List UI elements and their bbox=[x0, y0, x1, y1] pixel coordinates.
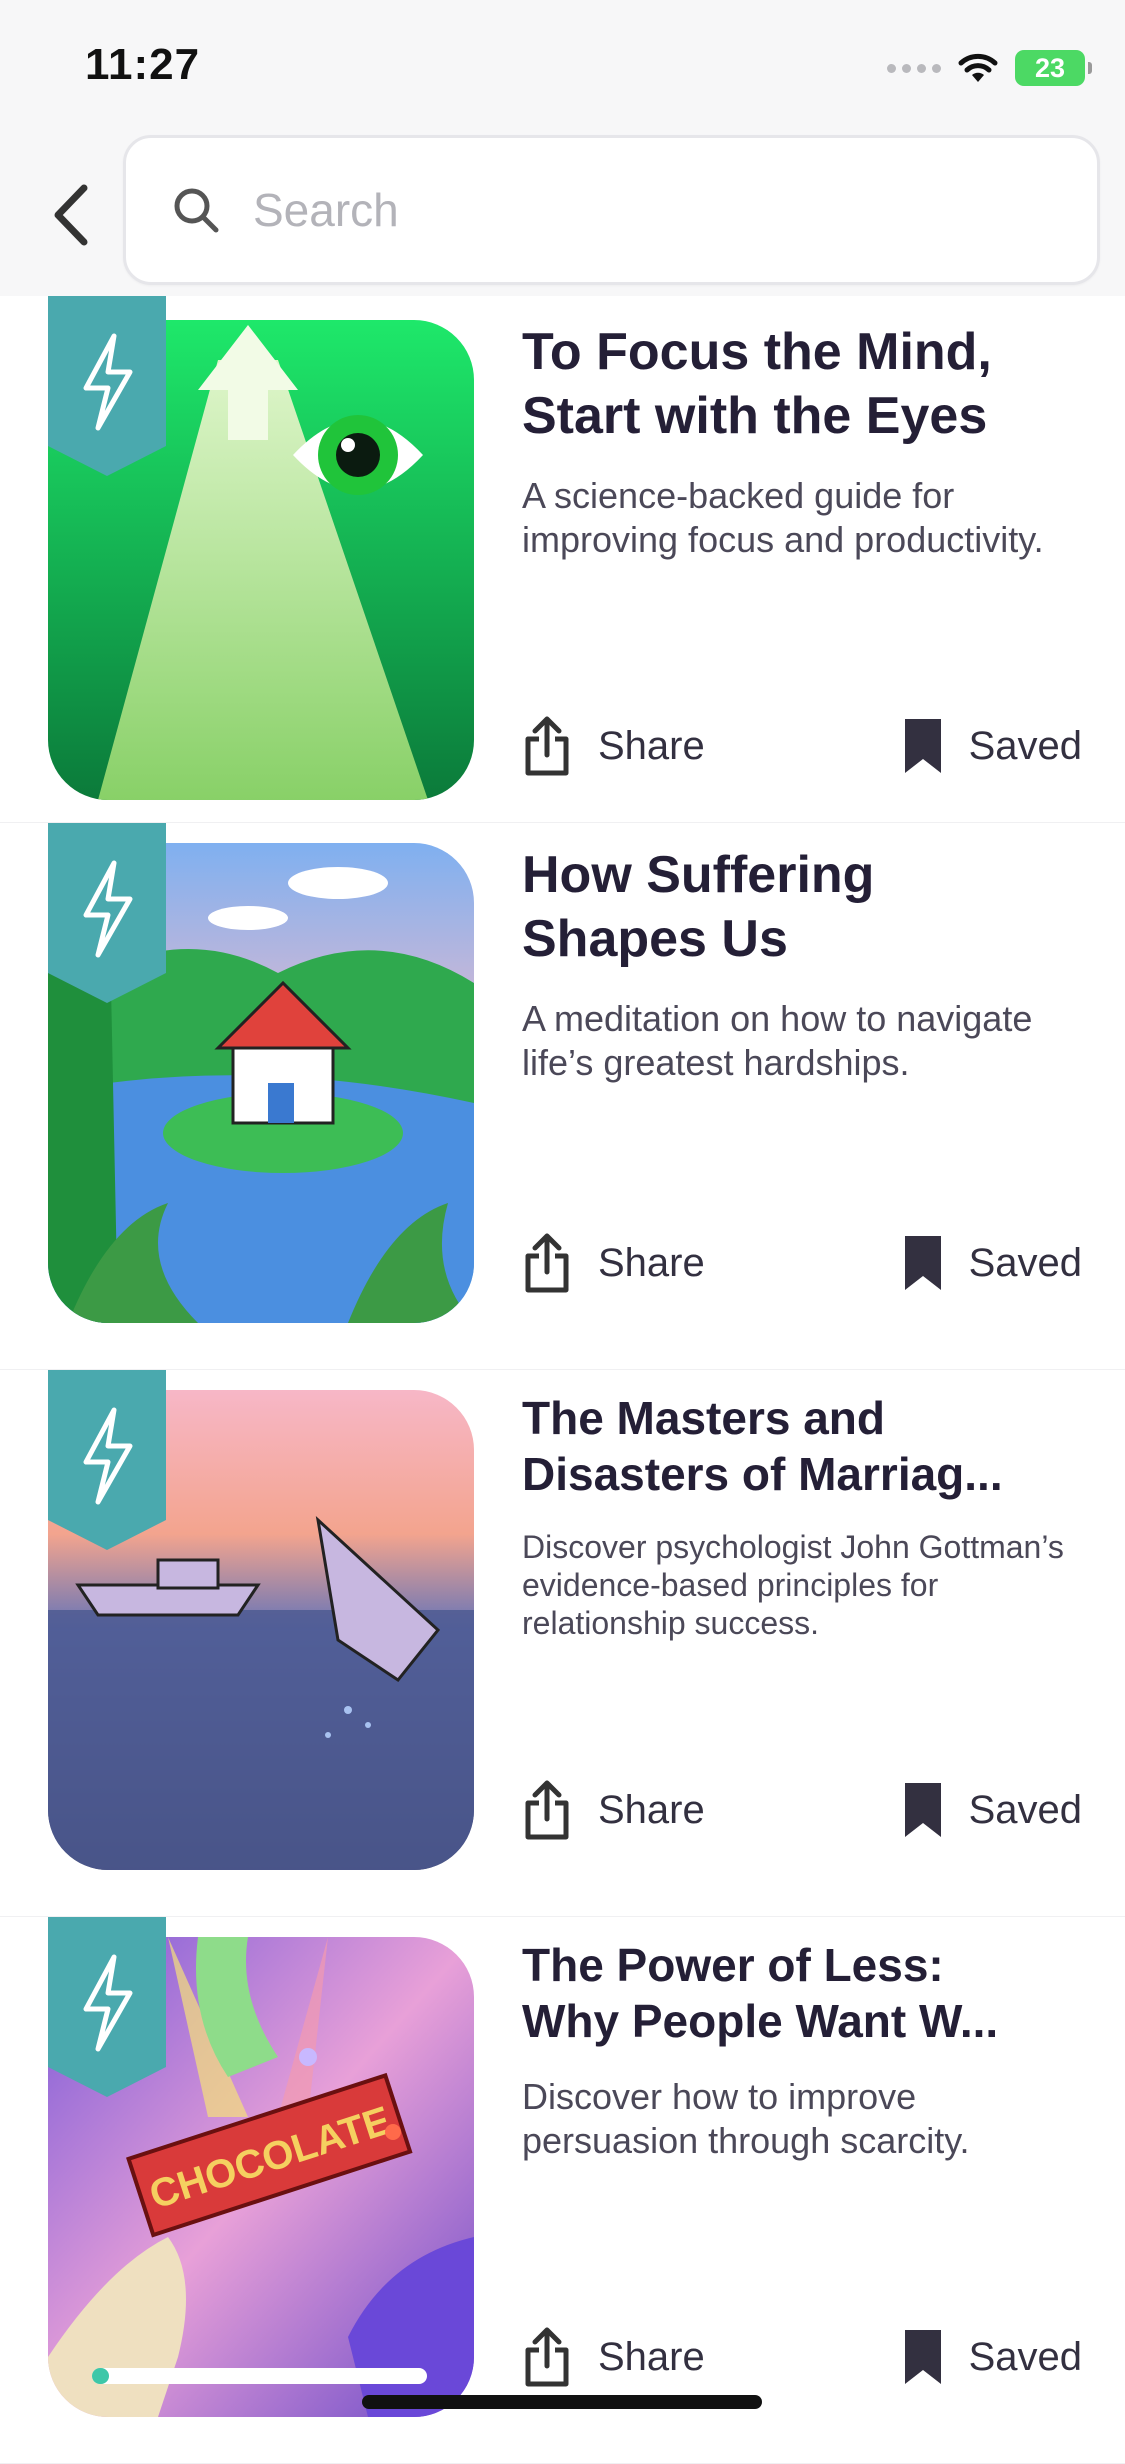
status-bar: 11:27 23 bbox=[0, 0, 1125, 130]
back-button[interactable] bbox=[40, 175, 100, 255]
saved-button[interactable]: Saved bbox=[903, 1781, 1082, 1839]
card-body: To Focus the Mind, Start with the Eyes A… bbox=[522, 320, 1092, 562]
card-description: Discover psychologist John Gottman’s evi… bbox=[522, 1529, 1064, 1641]
cellular-signal-icon bbox=[887, 63, 941, 73]
card-title: Disasters of Marriag... bbox=[522, 1448, 1003, 1500]
status-time: 11:27 bbox=[85, 40, 201, 89]
share-icon bbox=[525, 1780, 569, 1840]
card-title: The Masters and bbox=[522, 1392, 885, 1444]
card-actions: Share Saved bbox=[522, 1770, 1082, 1850]
header bbox=[0, 130, 1125, 295]
battery-icon: 23 bbox=[1015, 50, 1092, 86]
card-body: The Power of Less: Why People Want W... … bbox=[522, 1937, 1092, 2163]
battery-level: 23 bbox=[1034, 52, 1066, 83]
share-button[interactable]: Share bbox=[522, 2326, 705, 2388]
lightning-badge-icon bbox=[48, 1917, 166, 2097]
list-item[interactable]: To Focus the Mind, Start with the Eyes A… bbox=[0, 296, 1125, 823]
card-title: Start with the Eyes bbox=[522, 387, 988, 445]
saved-list: To Focus the Mind, Start with the Eyes A… bbox=[0, 296, 1125, 2464]
saved-label: Saved bbox=[968, 2334, 1082, 2379]
saved-button[interactable]: Saved bbox=[903, 1234, 1082, 1292]
card-actions: Share Saved bbox=[522, 2317, 1082, 2397]
lightning-badge-icon bbox=[48, 823, 166, 1003]
chevron-left-icon bbox=[54, 184, 88, 246]
card-description: Discover how to improve persuasion throu… bbox=[522, 2076, 970, 2161]
saved-label: Saved bbox=[968, 1787, 1082, 1832]
saved-label: Saved bbox=[968, 1240, 1082, 1285]
share-label: Share bbox=[598, 723, 705, 768]
bookmark-icon bbox=[904, 2330, 941, 2384]
lightning-badge-icon bbox=[48, 1370, 166, 1550]
search-input[interactable] bbox=[251, 182, 1015, 238]
share-icon bbox=[525, 1233, 569, 1293]
reading-progress-fill bbox=[92, 2368, 109, 2384]
card-title: The Power of Less: bbox=[522, 1939, 944, 1991]
bookmark-icon bbox=[904, 1236, 941, 1290]
status-icons: 23 bbox=[887, 48, 1092, 88]
share-button[interactable]: Share bbox=[522, 1232, 705, 1294]
card-body: How Suffering Shapes Us A meditation on … bbox=[522, 843, 1092, 1085]
home-indicator bbox=[362, 2395, 762, 2409]
share-label: Share bbox=[598, 1787, 705, 1832]
saved-button[interactable]: Saved bbox=[903, 2328, 1082, 2386]
share-label: Share bbox=[598, 1240, 705, 1285]
bookmark-icon bbox=[904, 1783, 941, 1837]
share-label: Share bbox=[598, 2334, 705, 2379]
card-title: How Suffering bbox=[522, 846, 875, 904]
card-body: The Masters and Disasters of Marriag... … bbox=[522, 1390, 1092, 1642]
saved-button[interactable]: Saved bbox=[903, 717, 1082, 775]
share-button[interactable]: Share bbox=[522, 715, 705, 777]
lightning-badge-icon bbox=[48, 296, 166, 476]
wifi-icon bbox=[958, 53, 998, 82]
reading-progress-bar bbox=[92, 2368, 427, 2384]
card-title: Why People Want W... bbox=[522, 1995, 999, 2047]
saved-label: Saved bbox=[968, 723, 1082, 768]
search-icon bbox=[171, 185, 221, 235]
card-title: Shapes Us bbox=[522, 910, 788, 968]
card-description: A science-backed guide for improving foc… bbox=[522, 475, 1044, 560]
card-description: A meditation on how to navigate life’s g… bbox=[522, 998, 1033, 1083]
share-button[interactable]: Share bbox=[522, 1779, 705, 1841]
share-icon bbox=[525, 2327, 569, 2387]
bookmark-icon bbox=[904, 719, 941, 773]
list-item[interactable]: How Suffering Shapes Us A meditation on … bbox=[0, 823, 1125, 1370]
card-title: To Focus the Mind, bbox=[522, 323, 992, 381]
search-box[interactable] bbox=[123, 135, 1100, 285]
card-actions: Share Saved bbox=[522, 706, 1082, 786]
list-item[interactable]: The Masters and Disasters of Marriag... … bbox=[0, 1370, 1125, 1917]
share-icon bbox=[525, 716, 569, 776]
card-actions: Share Saved bbox=[522, 1223, 1082, 1303]
